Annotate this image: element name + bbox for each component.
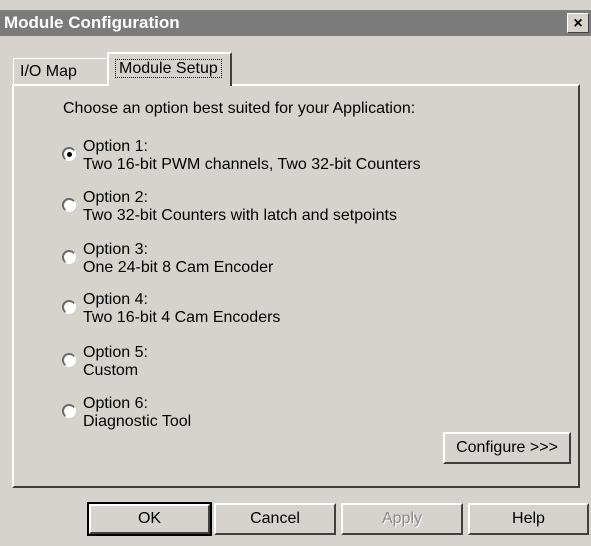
option-3-title: Option 3: (83, 241, 148, 258)
option-6-description: Diagnostic Tool (83, 413, 192, 430)
close-button[interactable]: × (567, 13, 589, 33)
radio-selected-dot-icon (67, 152, 72, 157)
module-configuration-dialog: Module Configuration × I/O Map Module Se… (0, 0, 591, 546)
radio-button-icon (62, 147, 76, 161)
option-2-description: Two 32-bit Counters with latch and setpo… (83, 207, 397, 224)
option-3-description: One 24-bit 8 Cam Encoder (83, 259, 274, 276)
option-5-title: Option 5: (83, 344, 148, 361)
title-bar: Module Configuration × (0, 10, 591, 36)
ok-button-label: OK (89, 504, 210, 534)
tab-io-map-label: I/O Map (20, 63, 77, 80)
apply-button[interactable]: Apply (341, 503, 463, 535)
option-1-description: Two 16-bit PWM channels, Two 32-bit Coun… (83, 156, 421, 173)
radio-button-icon (62, 300, 76, 314)
option-4-description: Two 16-bit 4 Cam Encoders (83, 309, 281, 326)
tab-module-setup[interactable]: Module Setup (107, 52, 232, 86)
tab-module-setup-label: Module Setup (115, 59, 222, 78)
option-5-description: Custom (83, 362, 139, 379)
option-1-title: Option 1: (83, 138, 148, 155)
radio-button-icon (62, 404, 76, 418)
radio-button-icon (62, 353, 76, 367)
prompt-text: Choose an option best suited for your Ap… (63, 100, 416, 117)
window-title: Module Configuration (4, 13, 180, 32)
ok-button[interactable]: OK (87, 502, 212, 536)
radio-button-icon (62, 198, 76, 212)
cancel-button[interactable]: Cancel (214, 503, 336, 535)
option-6-title: Option 6: (83, 395, 148, 412)
option-2-title: Option 2: (83, 189, 148, 206)
configure-button[interactable]: Configure >>> (443, 432, 571, 464)
option-4-title: Option 4: (83, 291, 148, 308)
tab-io-map[interactable]: I/O Map (13, 58, 108, 84)
radio-button-icon (62, 250, 76, 264)
help-button[interactable]: Help (468, 503, 589, 535)
